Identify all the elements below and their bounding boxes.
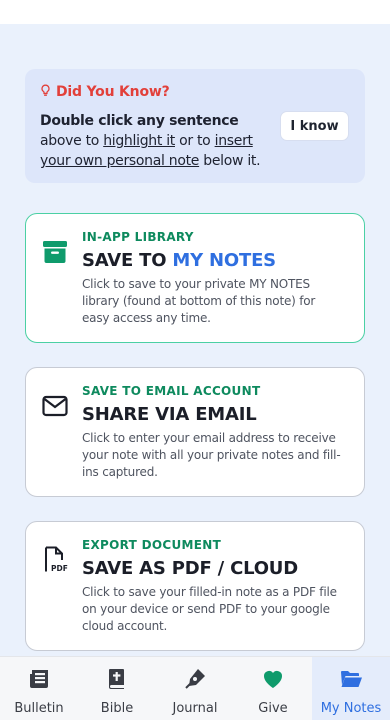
envelope-icon [41, 392, 69, 420]
tip-header: Did You Know? [40, 82, 170, 101]
bible-icon [105, 667, 129, 695]
card-heading: SHARE VIA EMAIL [82, 404, 257, 425]
nav-item-journal[interactable]: Journal [156, 657, 234, 720]
card-heading: SAVE AS PDF / CLOUD [82, 558, 298, 579]
card-kicker: EXPORT DOCUMENT [82, 538, 222, 552]
lightbulb-icon [40, 82, 51, 101]
newspaper-icon [27, 667, 51, 695]
bottom-nav: Bulletin Bible Journal Give My Notes [0, 656, 390, 720]
tip-text: above to [40, 133, 104, 149]
card-description: Click to save your filled-in note as a P… [82, 585, 337, 633]
heading-highlight: MY NOTES [172, 250, 276, 271]
share-via-email-card[interactable]: SAVE TO EMAIL ACCOUNT SHARE VIA EMAIL Cl… [25, 367, 365, 497]
folder-open-icon [339, 667, 363, 695]
nav-item-my-notes[interactable]: My Notes [312, 657, 390, 720]
svg-text:PDF: PDF [51, 564, 68, 573]
nav-item-give[interactable]: Give [234, 657, 312, 720]
did-you-know-tip: Did You Know? Double click any sentence … [25, 69, 365, 183]
save-to-my-notes-card[interactable]: IN-APP LIBRARY SAVE TO MY NOTES Click to… [25, 213, 365, 343]
nav-label: My Notes [320, 701, 382, 716]
tip-text: or to [174, 133, 215, 149]
tip-body: Double click any sentence above to highl… [40, 111, 280, 171]
tip-title: Did You Know? [56, 83, 170, 100]
card-description: Click to save to your private MY NOTES l… [82, 277, 316, 325]
nav-item-bible[interactable]: Bible [78, 657, 156, 720]
heading-prefix: SAVE TO [82, 250, 173, 271]
nav-item-bulletin[interactable]: Bulletin [0, 657, 78, 720]
card-kicker: IN-APP LIBRARY [82, 230, 194, 244]
card-kicker: SAVE TO EMAIL ACCOUNT [82, 384, 261, 398]
save-as-pdf-card[interactable]: PDF EXPORT DOCUMENT SAVE AS PDF / CLOUD … [25, 521, 365, 651]
card-description: Click to enter your email address to rec… [82, 431, 341, 479]
i-know-button[interactable]: I know [280, 111, 349, 141]
tip-text: below it. [199, 153, 261, 169]
pen-icon [183, 667, 207, 695]
card-heading: SAVE TO MY NOTES [82, 250, 276, 271]
tip-bold-lead: Double click any sentence [40, 113, 239, 129]
nav-label: Give [258, 701, 288, 716]
nav-label: Journal [172, 701, 218, 716]
heart-icon [261, 667, 285, 695]
nav-label: Bible [100, 701, 134, 716]
pdf-file-icon: PDF [41, 546, 69, 574]
top-bar [0, 0, 390, 24]
nav-label: Bulletin [14, 701, 64, 716]
highlight-link: highlight it [103, 133, 175, 149]
archive-icon [41, 238, 69, 266]
